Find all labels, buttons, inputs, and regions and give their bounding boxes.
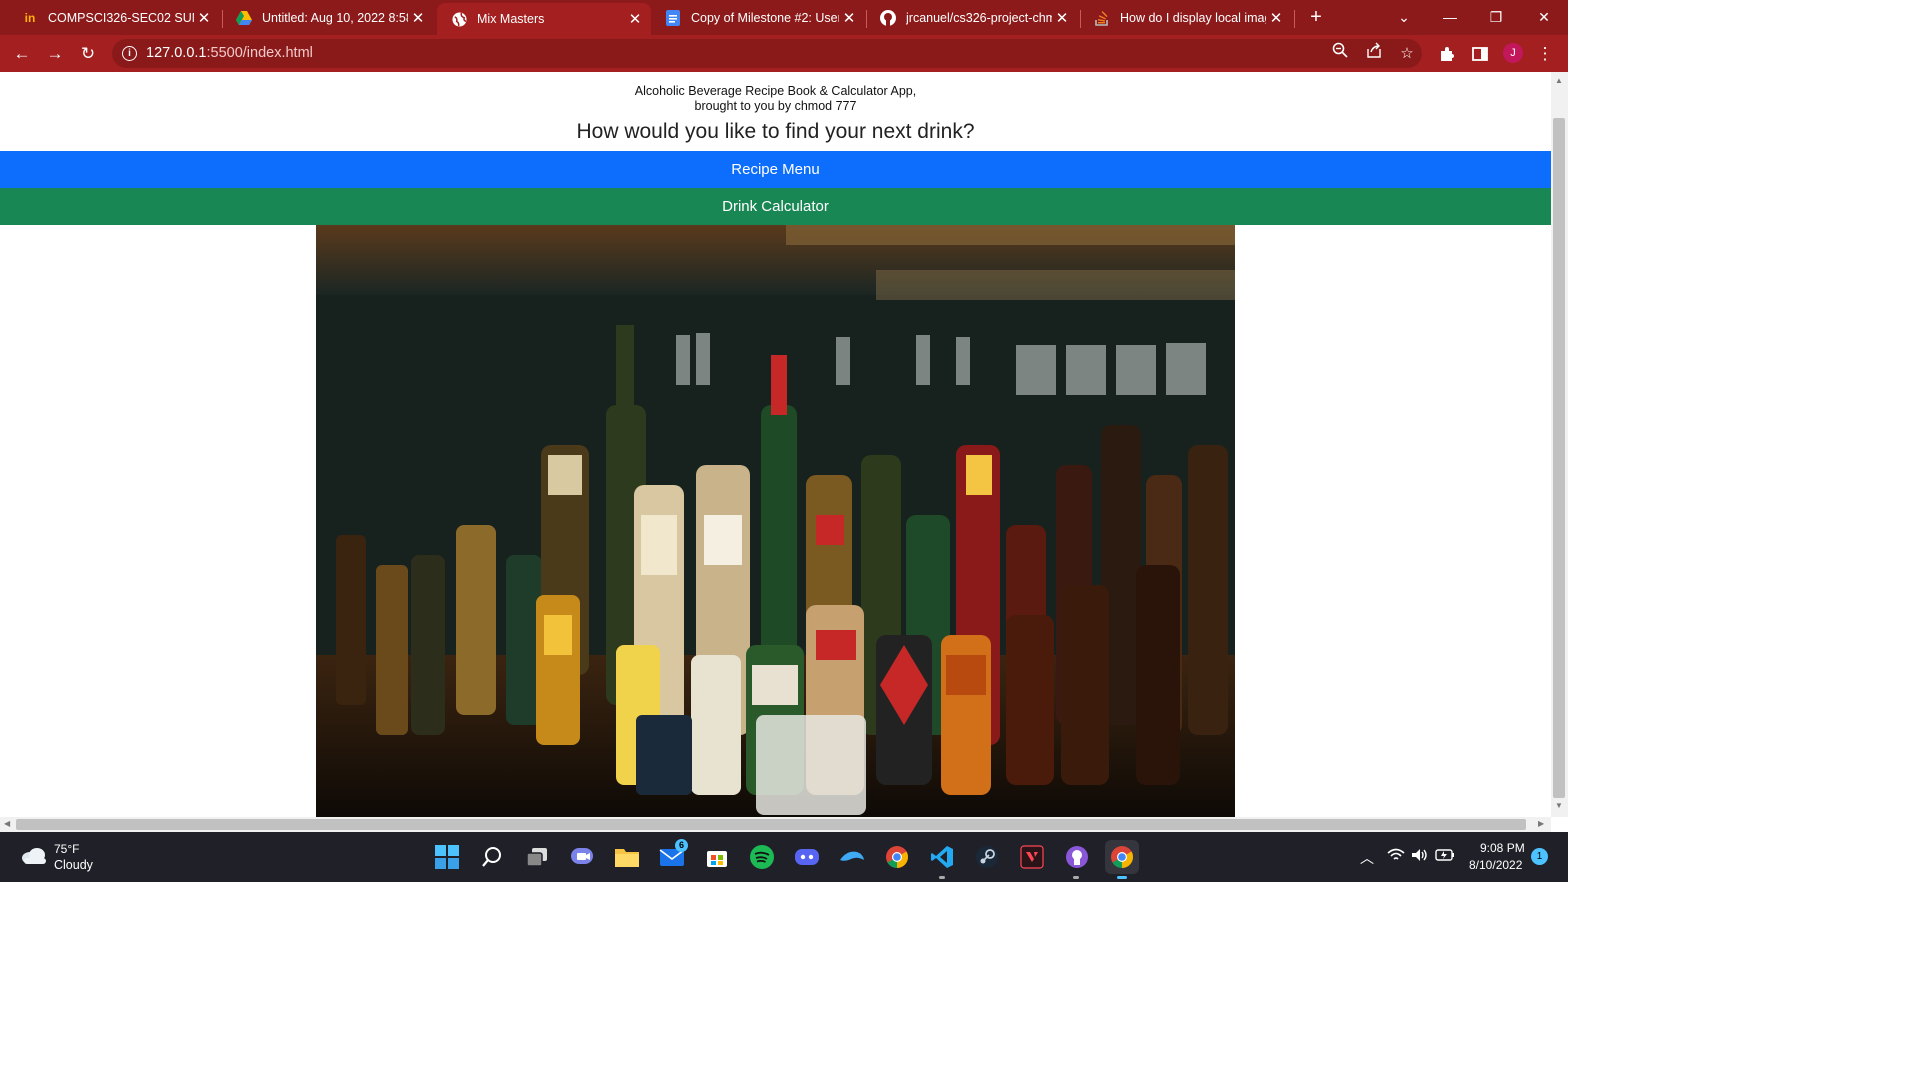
bar-bottles-photo [316, 225, 1235, 817]
horizontal-scroll-thumb[interactable] [16, 819, 1526, 830]
vertical-scrollbar[interactable]: ▲ ▼ [1551, 72, 1568, 817]
close-tab-icon[interactable]: ✕ [839, 9, 859, 27]
weather-description[interactable]: Cloudy [54, 858, 93, 872]
tab-title: Untitled: Aug 10, 2022 8:58 [262, 11, 408, 25]
file-explorer-icon[interactable] [613, 843, 641, 871]
tab-title: Mix Masters [477, 12, 545, 26]
web-page: Alcoholic Beverage Recipe Book & Calcula… [0, 72, 1551, 817]
github-desktop-icon[interactable] [1063, 843, 1091, 871]
address-bar[interactable]: i 127.0.0.1:5500/index.html ☆ [112, 39, 1422, 68]
url-host: 127.0.0.1 [146, 45, 207, 61]
tab-strip: in COMPSCI326-SEC02 SUM2 ✕ Untitled: Aug… [0, 0, 1568, 35]
running-indicator [1073, 876, 1079, 879]
subtitle-line: brought to you by chmod 777 [694, 99, 857, 113]
recipe-menu-button[interactable]: Recipe Menu [0, 151, 1551, 188]
mail-icon[interactable]: 6 [658, 839, 688, 871]
battery-icon[interactable] [1435, 848, 1455, 865]
new-tab-button[interactable]: + [1305, 6, 1327, 28]
search-icon[interactable] [478, 843, 506, 871]
cloud-icon[interactable] [20, 847, 48, 865]
weather-temperature[interactable]: 75°F [54, 842, 79, 856]
microsoft-store-icon[interactable] [703, 843, 731, 871]
scroll-right-arrow-icon[interactable]: ▶ [1538, 819, 1544, 828]
tab-separator [1294, 10, 1295, 28]
windows-taskbar: 75°F Cloudy 6 ︿ 9:08 PM 8/10/2022 1 [0, 832, 1568, 882]
scroll-left-arrow-icon[interactable]: ◀ [4, 819, 10, 828]
notification-badge[interactable]: 1 [1531, 848, 1548, 865]
back-icon[interactable]: ← [9, 41, 35, 67]
menu-kebab-icon[interactable]: ⋮ [1532, 41, 1558, 67]
bookmark-star-icon[interactable]: ☆ [1395, 42, 1419, 66]
close-tab-icon[interactable]: ✕ [194, 9, 214, 27]
vertical-scroll-thumb[interactable] [1553, 118, 1565, 798]
teams-chat-icon[interactable] [568, 843, 596, 871]
tab-stackoverflow[interactable]: How do I display local imag ✕ [1080, 3, 1292, 33]
tab-github[interactable]: jrcanuel/cs326-project-chm ✕ [866, 3, 1078, 33]
extensions-icon[interactable] [1434, 41, 1460, 67]
scroll-up-arrow-icon[interactable]: ▲ [1555, 76, 1563, 85]
running-indicator [1117, 876, 1127, 879]
restore-icon[interactable]: ❐ [1473, 4, 1519, 30]
tab-piazza[interactable]: in COMPSCI326-SEC02 SUM2 ✕ [8, 3, 220, 33]
piazza-icon: in [24, 11, 36, 25]
running-indicator [939, 876, 945, 879]
close-tab-icon[interactable]: ✕ [1266, 9, 1286, 27]
windows-start-icon[interactable] [433, 843, 461, 871]
reload-icon[interactable]: ↻ [75, 41, 101, 67]
volume-icon[interactable] [1411, 848, 1429, 865]
side-panel-icon[interactable] [1467, 41, 1493, 67]
stackoverflow-icon [1094, 10, 1110, 26]
chrome-profile-icon[interactable] [1105, 840, 1139, 874]
spotify-icon[interactable] [748, 843, 776, 871]
close-tab-icon[interactable]: ✕ [1052, 9, 1072, 27]
url-text[interactable]: 127.0.0.1:5500/index.html [146, 45, 313, 61]
tab-google-docs[interactable]: Copy of Milestone #2: User ✕ [651, 3, 865, 33]
close-tab-icon[interactable]: ✕ [625, 10, 645, 28]
mail-badge: 6 [675, 839, 688, 852]
minimize-icon[interactable]: — [1427, 4, 1473, 30]
vscode-icon[interactable] [928, 843, 956, 871]
subtitle-line: Alcoholic Beverage Recipe Book & Calcula… [634, 84, 917, 98]
site-info-icon[interactable]: i [122, 46, 137, 61]
tab-title: How do I display local imag [1120, 11, 1266, 25]
tab-search-icon[interactable]: ⌄ [1381, 4, 1427, 30]
url-path: :5500/index.html [206, 45, 313, 61]
scroll-down-arrow-icon[interactable]: ▼ [1555, 801, 1563, 810]
forward-icon[interactable]: → [42, 41, 68, 67]
google-docs-icon [665, 10, 681, 26]
tab-title: Copy of Milestone #2: User [691, 11, 839, 25]
close-tab-icon[interactable]: ✕ [408, 9, 428, 27]
steam-icon[interactable] [973, 843, 1001, 871]
edge-dev-icon[interactable] [838, 843, 866, 871]
discord-icon[interactable] [793, 843, 821, 871]
browser-toolbar: ← → ↻ i 127.0.0.1:5500/index.html ☆ J ⋮ [0, 35, 1568, 72]
tab-mix-masters[interactable]: Mix Masters ✕ [437, 3, 651, 35]
chrome-icon[interactable] [883, 843, 911, 871]
clock-time[interactable]: 9:08 PM [1480, 841, 1525, 855]
tab-title: COMPSCI326-SEC02 SUM2 [48, 11, 194, 25]
page-heading: How would you like to find your next dri… [576, 120, 975, 143]
drink-calculator-button[interactable]: Drink Calculator [0, 188, 1551, 225]
show-hidden-icons-icon[interactable]: ︿ [1360, 848, 1374, 868]
google-drive-icon [236, 10, 252, 26]
clock-date[interactable]: 8/10/2022 [1469, 858, 1522, 872]
horizontal-scrollbar[interactable]: ◀ ▶ [0, 817, 1551, 832]
globe-icon [451, 11, 467, 27]
github-icon [880, 10, 896, 26]
share-icon[interactable] [1362, 42, 1386, 66]
app-subtitle: Alcoholic Beverage Recipe Book & Calcula… [0, 84, 1551, 114]
tab-google-drive[interactable]: Untitled: Aug 10, 2022 8:58 ✕ [222, 3, 434, 33]
tab-title: jrcanuel/cs326-project-chm [906, 11, 1052, 25]
wifi-icon[interactable] [1387, 848, 1405, 865]
task-view-icon[interactable] [523, 843, 551, 871]
zoom-icon[interactable] [1328, 42, 1352, 66]
valorant-icon[interactable] [1018, 843, 1046, 871]
close-window-icon[interactable]: ✕ [1521, 4, 1567, 30]
profile-avatar[interactable]: J [1503, 43, 1523, 63]
